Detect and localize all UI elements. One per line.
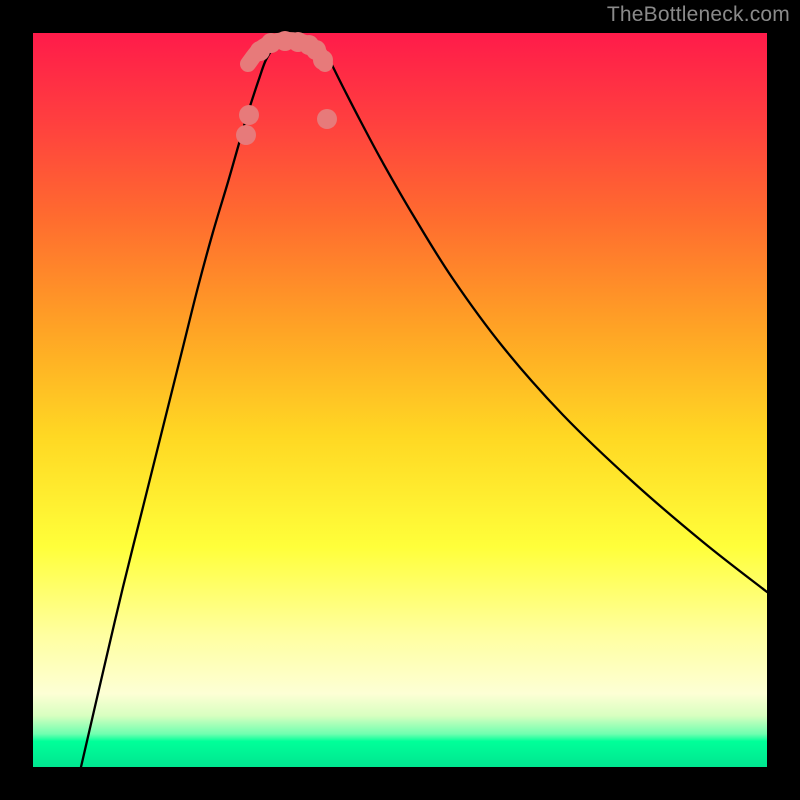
valley-marker-dot — [239, 105, 259, 125]
valley-marker-dot — [236, 125, 256, 145]
valley-markers — [236, 31, 337, 145]
curve-left-limb — [81, 51, 271, 767]
curve-right-limb — [325, 51, 767, 592]
chart-svg — [33, 33, 767, 767]
watermark-text: TheBottleneck.com — [607, 3, 790, 27]
outer-frame: TheBottleneck.com — [0, 0, 800, 800]
plot-area — [33, 33, 767, 767]
valley-marker-dot — [317, 109, 337, 129]
valley-marker-dot — [313, 50, 333, 70]
